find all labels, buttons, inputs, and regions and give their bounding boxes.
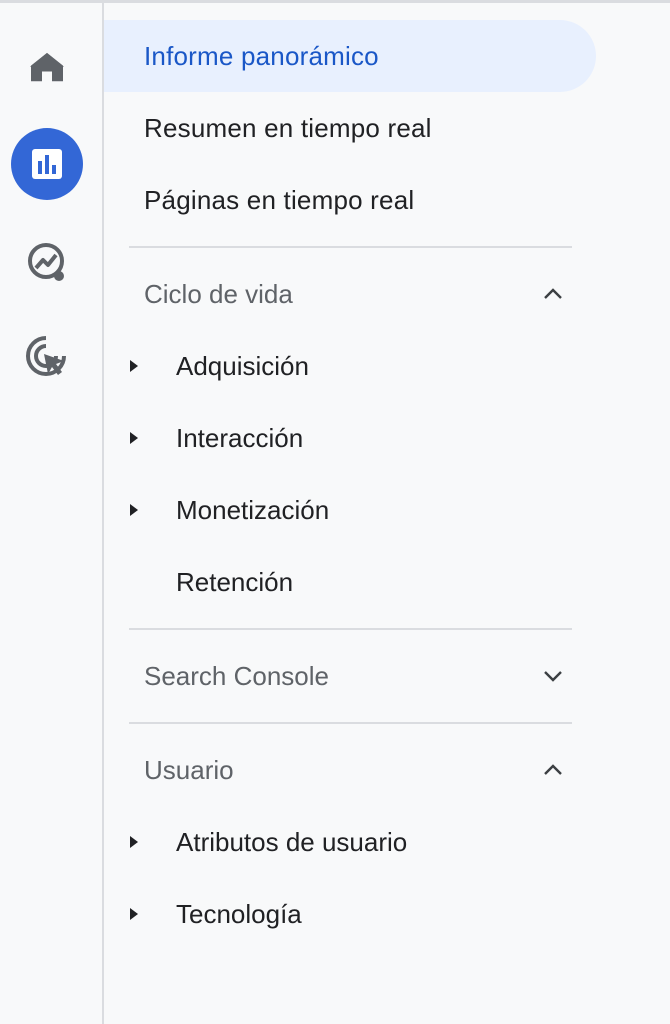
nav-item-monetizacion[interactable]: Monetización bbox=[104, 474, 596, 546]
caret-right-icon bbox=[130, 504, 138, 516]
caret-right-icon bbox=[130, 360, 138, 372]
nav-item-tecnologia[interactable]: Tecnología bbox=[104, 878, 596, 950]
nav-item-retencion[interactable]: Retención bbox=[104, 546, 596, 618]
section-usuario[interactable]: Usuario bbox=[104, 734, 596, 806]
nav-item-interaccion[interactable]: Interacción bbox=[104, 402, 596, 474]
explore-button[interactable] bbox=[11, 226, 83, 298]
nav-item-label: Monetización bbox=[176, 494, 330, 525]
nav-item-paginas-tiempo-real[interactable]: Páginas en tiempo real bbox=[104, 164, 596, 236]
chevron-down-icon bbox=[544, 671, 562, 682]
nav-item-resumen-tiempo-real[interactable]: Resumen en tiempo real bbox=[104, 92, 596, 164]
section-ciclo-de-vida[interactable]: Ciclo de vida bbox=[104, 258, 596, 330]
caret-right-icon bbox=[130, 908, 138, 920]
reports-bar-chart-icon bbox=[32, 149, 62, 179]
nav-item-label: Tecnología bbox=[176, 898, 302, 929]
advertising-target-icon bbox=[26, 336, 66, 376]
nav-item-label: Atributos de usuario bbox=[176, 826, 408, 857]
nav-item-informe-panoramico[interactable]: Informe panorámico bbox=[104, 20, 596, 92]
advertising-button[interactable] bbox=[11, 321, 83, 393]
nav-item-atributos-de-usuario[interactable]: Atributos de usuario bbox=[104, 806, 596, 878]
section-title: Search Console bbox=[144, 660, 329, 691]
chevron-up-icon bbox=[544, 288, 562, 299]
caret-right-icon bbox=[130, 432, 138, 444]
caret-right-icon bbox=[130, 836, 138, 848]
nav-item-label: Páginas en tiempo real bbox=[144, 184, 415, 215]
home-icon bbox=[30, 52, 64, 82]
chevron-up-icon bbox=[544, 764, 562, 775]
nav-item-label: Retención bbox=[176, 566, 294, 597]
section-divider bbox=[129, 722, 572, 724]
nav-item-label: Informe panorámico bbox=[144, 40, 379, 71]
reports-button[interactable] bbox=[11, 128, 83, 200]
nav-item-label: Resumen en tiempo real bbox=[144, 112, 432, 143]
nav-item-label: Interacción bbox=[176, 422, 304, 453]
section-title: Ciclo de vida bbox=[144, 278, 293, 309]
section-title: Usuario bbox=[144, 754, 234, 785]
explore-insights-icon bbox=[28, 243, 64, 281]
nav-item-adquisicion[interactable]: Adquisición bbox=[104, 330, 596, 402]
nav-item-label: Adquisición bbox=[176, 350, 309, 381]
section-divider bbox=[129, 246, 572, 248]
home-button[interactable] bbox=[11, 33, 83, 105]
section-divider bbox=[129, 628, 572, 630]
section-search-console[interactable]: Search Console bbox=[104, 640, 596, 712]
icon-rail bbox=[0, 3, 102, 1024]
reports-nav: Informe panorámico Resumen en tiempo rea… bbox=[104, 3, 670, 1024]
